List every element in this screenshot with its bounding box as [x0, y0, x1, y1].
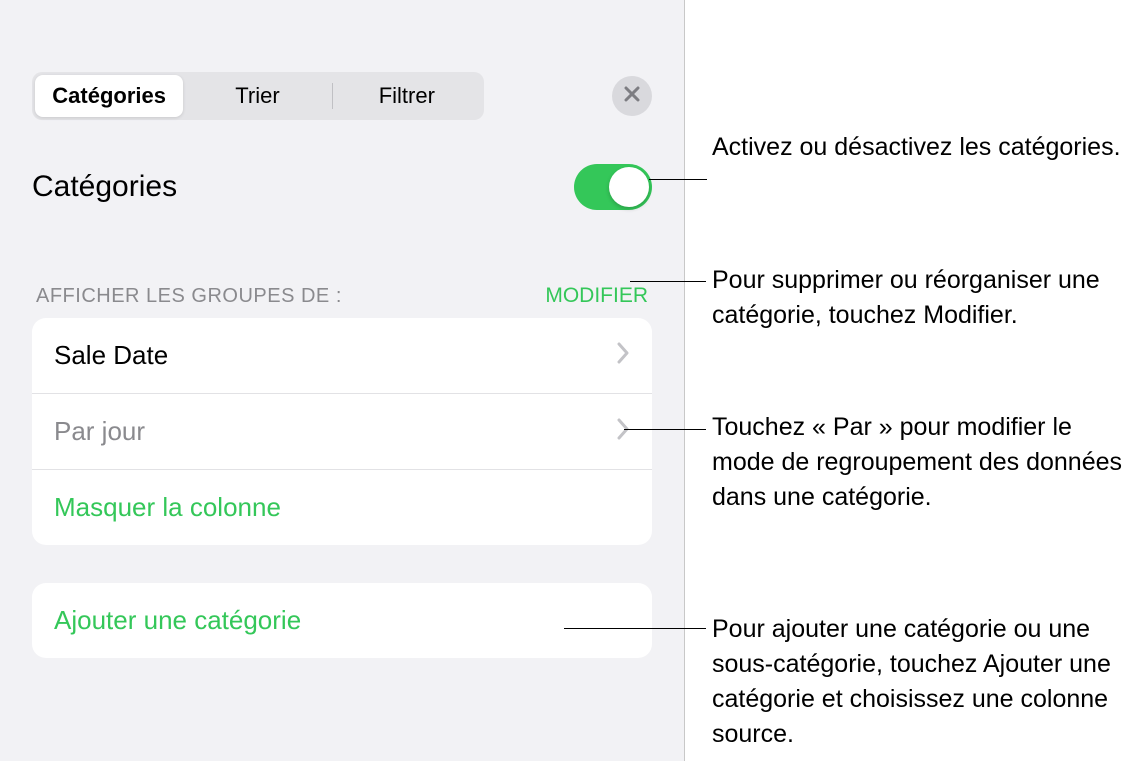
section-header: Catégories: [32, 164, 652, 210]
settings-panel: Catégories Trier Filtrer Catégories AFFI…: [0, 0, 685, 761]
connector-line: [624, 429, 706, 430]
tab-row: Catégories Trier Filtrer: [32, 72, 652, 120]
tab-label: Catégories: [52, 83, 166, 109]
group-by-row[interactable]: Par jour: [32, 394, 652, 470]
close-icon: [623, 85, 641, 108]
callout-toggle: Activez ou désactivez les catégories.: [712, 130, 1121, 165]
tab-categories[interactable]: Catégories: [35, 75, 183, 117]
connector-line: [564, 628, 706, 629]
toggle-knob: [609, 167, 649, 207]
groups-header: AFFICHER LES GROUPES DE : MODIFIER: [32, 284, 652, 308]
annotation-panel: Activez ou désactivez les catégories. Po…: [685, 0, 1128, 761]
group-primary-label: Sale Date: [54, 340, 168, 371]
callout-by: Touchez « Par » pour modifier le mode de…: [712, 410, 1128, 515]
add-category-label: Ajouter une catégorie: [54, 605, 301, 635]
add-category-button[interactable]: Ajouter une catégorie: [32, 583, 652, 658]
callout-edit: Pour supprimer ou réorganiser une catégo…: [712, 263, 1128, 333]
chevron-right-icon: [616, 416, 630, 447]
connector-line: [630, 281, 706, 282]
tab-label: Filtrer: [379, 83, 435, 109]
hide-column-label: Masquer la colonne: [54, 492, 281, 523]
add-category-card: Ajouter une catégorie: [32, 583, 652, 658]
groups-list: Sale Date Par jour Masquer la colonne: [32, 318, 652, 545]
close-button[interactable]: [612, 76, 652, 116]
tab-label: Trier: [235, 83, 279, 109]
groups-label: AFFICHER LES GROUPES DE :: [36, 285, 342, 308]
tab-sort[interactable]: Trier: [183, 75, 331, 117]
categories-toggle[interactable]: [574, 164, 652, 210]
segmented-control: Catégories Trier Filtrer: [32, 72, 484, 120]
group-primary-row[interactable]: Sale Date: [32, 318, 652, 394]
callout-add: Pour ajouter une catégorie ou une sous-c…: [712, 612, 1128, 752]
chevron-right-icon: [616, 340, 630, 371]
edit-button[interactable]: MODIFIER: [545, 284, 648, 308]
tab-filter[interactable]: Filtrer: [333, 75, 481, 117]
section-title: Catégories: [32, 170, 177, 204]
connector-line: [649, 179, 707, 180]
hide-column-button[interactable]: Masquer la colonne: [32, 470, 652, 545]
group-by-label: Par jour: [54, 416, 145, 447]
